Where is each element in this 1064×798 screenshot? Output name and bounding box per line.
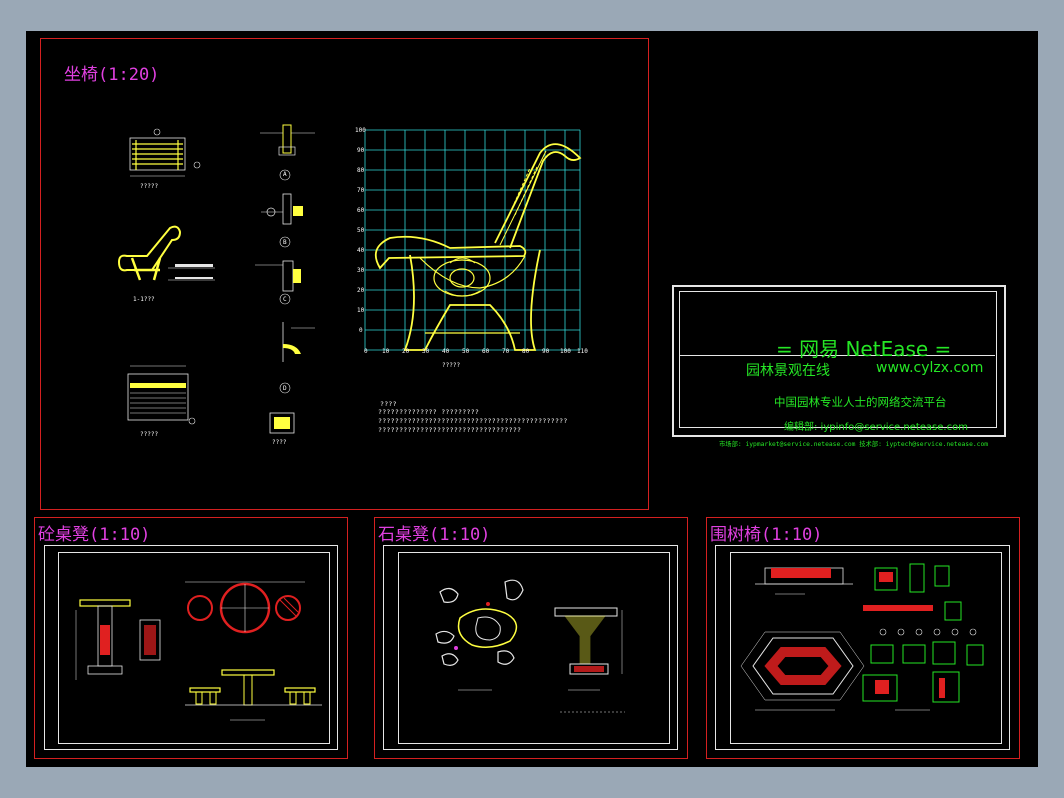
grid-y-tick-100: 100: [355, 127, 366, 134]
grid-x-tick-40: 40: [442, 348, 450, 355]
bench-detail-e: [269, 412, 295, 434]
bench-front-drawing: [127, 365, 196, 425]
netease-platform: 中国园林专业人士的网络交流平台: [774, 395, 947, 409]
grid-x-tick-110: 110: [577, 348, 588, 355]
bench-detail-a: [260, 124, 315, 181]
stone-table-drawings: [435, 579, 625, 713]
notes-line-3: ??????????????????????????????????: [378, 426, 522, 434]
bench-front-label: ?????: [140, 431, 159, 438]
netease-url[interactable]: www.cylzx.com: [876, 360, 983, 376]
concrete-table-drawings: [75, 581, 322, 721]
detail-d-label: D: [283, 385, 287, 392]
netease-editor[interactable]: 编辑部: iypinfo@service.netease.com: [784, 418, 968, 433]
detail-e-label: ????: [272, 439, 287, 446]
tree-bench-drawings: [740, 563, 984, 711]
grid-x-tick-60: 60: [482, 348, 490, 355]
bench-side-label: 1-1???: [133, 296, 155, 303]
grid-y-tick-20: 20: [357, 287, 365, 294]
bench-elevation-grid: [364, 129, 582, 351]
grid-y-tick-30: 30: [357, 267, 365, 274]
bench-panel-title: 坐椅(1:20): [64, 65, 160, 85]
grid-y-tick-70: 70: [357, 187, 365, 194]
bench-plan-drawing: [129, 128, 201, 177]
stone-table-panel-title: 石桌凳(1:10): [378, 525, 491, 545]
bench-elevation-label: ?????: [442, 362, 461, 369]
grid-x-tick-20: 20: [402, 348, 410, 355]
grid-x-tick-70: 70: [502, 348, 510, 355]
notes-line-1: ?????????????? ?????????: [378, 408, 480, 416]
detail-c-label: C: [283, 296, 287, 303]
grid-x-tick-0: 0: [364, 348, 368, 355]
netease-subtitle: 园林景观在线: [746, 363, 830, 379]
bench-detail-b: [261, 193, 303, 248]
grid-y-tick-60: 60: [357, 207, 365, 214]
concrete-table-panel-title: 砼桌凳(1:10): [38, 525, 151, 545]
detail-a-label: A: [283, 171, 287, 178]
grid-y-tick-40: 40: [357, 247, 365, 254]
grid-x-tick-90: 90: [542, 348, 550, 355]
grid-x-tick-30: 30: [422, 348, 430, 355]
notes-heading: ????: [380, 400, 397, 408]
grid-y-tick-80: 80: [357, 167, 365, 174]
grid-x-tick-80: 80: [522, 348, 530, 355]
bench-side-drawing: [117, 225, 215, 281]
grid-y-tick-10: 10: [357, 307, 365, 314]
bench-plan-label: ?????: [140, 183, 159, 190]
grid-y-tick-0: 0: [359, 327, 363, 334]
netease-title: = 网易 NetEase =: [776, 337, 952, 361]
grid-x-tick-100: 100: [560, 348, 571, 355]
tree-bench-panel-title: 围树椅(1:10): [710, 525, 823, 545]
grid-x-tick-10: 10: [382, 348, 390, 355]
grid-y-tick-90: 90: [357, 147, 365, 154]
grid-y-tick-50: 50: [357, 227, 365, 234]
detail-b-label: B: [283, 239, 287, 246]
bench-detail-d: [279, 322, 315, 394]
bench-detail-c: [255, 260, 301, 305]
grid-x-tick-50: 50: [462, 348, 470, 355]
notes-line-2: ????????????????????????????????????????…: [378, 417, 568, 425]
netease-market[interactable]: 市场部: iypmarket@service.netease.com 技术部: …: [719, 439, 988, 448]
